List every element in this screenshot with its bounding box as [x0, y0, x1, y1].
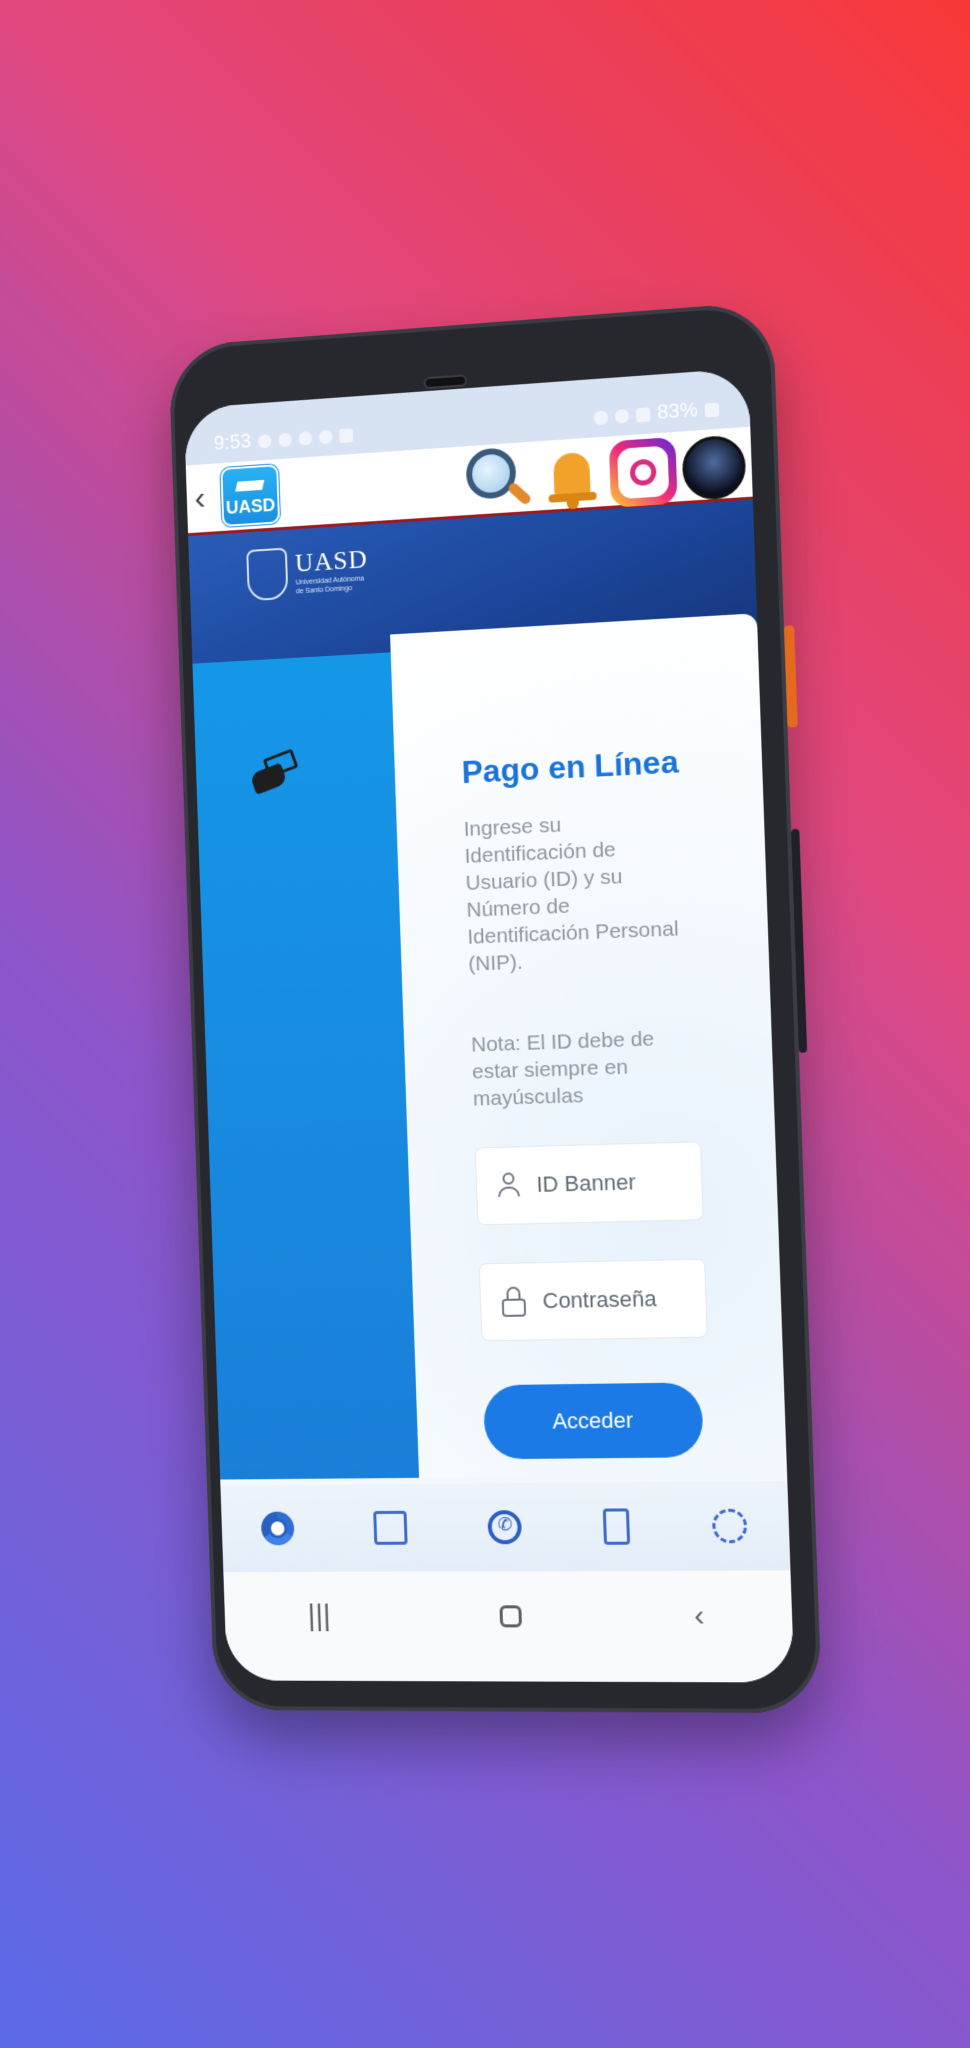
- login-note: Nota: El ID debe de estar siempre en may…: [471, 1024, 694, 1112]
- instagram-inner: [617, 446, 669, 500]
- uasd-seal-icon: [246, 548, 288, 602]
- uasd-brand: UASD: [295, 544, 369, 578]
- user-head: [502, 1172, 514, 1184]
- user-body: [498, 1186, 520, 1197]
- bell-clapper: [567, 501, 579, 510]
- avatar[interactable]: [681, 434, 746, 501]
- page-title: Pago en Línea: [461, 743, 679, 791]
- calculator-icon[interactable]: [603, 1508, 630, 1544]
- battery-icon: [705, 402, 720, 417]
- uasd-logo: UASD Universidad Autónoma de Santo Domin…: [246, 542, 369, 601]
- acceder-button[interactable]: Acceder: [483, 1382, 704, 1459]
- card-payment-icon: [251, 753, 299, 797]
- wifi-icon: [615, 408, 630, 423]
- user-icon: [496, 1172, 521, 1199]
- phone-screen: 9:53 83% ‹ UASD UASD Universidad Autónom…: [184, 368, 795, 1683]
- status-time: 9:53: [213, 430, 251, 455]
- login-content: Pago en Línea Ingrese su Identificación …: [193, 642, 787, 1480]
- uasd-wordmark: UASD Universidad Autónoma de Santo Domin…: [295, 544, 369, 596]
- alarm-icon: [594, 410, 609, 425]
- password-placeholder: Contraseña: [542, 1286, 657, 1314]
- recent-apps-icon[interactable]: |||: [307, 1600, 331, 1634]
- status-left: 9:53: [213, 423, 353, 455]
- search-icon[interactable]: [461, 444, 535, 521]
- bell-icon[interactable]: [539, 441, 605, 513]
- hand-shape: [249, 763, 287, 795]
- telegram-icon: [278, 432, 292, 447]
- instagram-ring: [630, 458, 657, 486]
- status-right: 83%: [593, 397, 719, 429]
- home-icon[interactable]: [499, 1605, 522, 1627]
- signal-icon: [636, 407, 651, 422]
- lock-icon: [500, 1286, 527, 1317]
- power-button: [784, 625, 798, 727]
- earpiece: [423, 374, 467, 389]
- instagram-icon[interactable]: [609, 437, 678, 508]
- bottom-nav: [220, 1481, 790, 1572]
- facebook-icon: [319, 429, 333, 444]
- system-nav-bar: ||| ‹: [223, 1570, 794, 1682]
- app-logo-text: UASD: [226, 494, 276, 518]
- store-icon[interactable]: [373, 1511, 407, 1545]
- app-logo[interactable]: UASD: [220, 464, 280, 527]
- notification-icon: [258, 433, 272, 448]
- login-panel: Pago en Línea Ingrese su Identificación …: [390, 613, 787, 1478]
- chrome-icon[interactable]: [261, 1512, 295, 1546]
- id-banner-input[interactable]: ID Banner: [475, 1141, 704, 1225]
- back-chevron-icon[interactable]: ‹: [194, 478, 222, 518]
- volume-button: [791, 829, 807, 1053]
- id-banner-placeholder: ID Banner: [536, 1169, 636, 1198]
- search-handle: [507, 481, 533, 506]
- facebook-icon: [298, 431, 312, 446]
- battery-level: 83%: [657, 399, 698, 425]
- blue-side-panel: [192, 652, 419, 1479]
- phone-frame: 9:53 83% ‹ UASD UASD Universidad Autónom…: [168, 301, 822, 1713]
- login-description: Ingrese su Identificación de Usuario (ID…: [463, 806, 689, 978]
- graduation-cap-icon: [235, 479, 264, 491]
- search-lens: [465, 447, 516, 500]
- back-icon[interactable]: ‹: [694, 1599, 705, 1633]
- documents-icon[interactable]: [712, 1509, 748, 1544]
- whatsapp-icon[interactable]: [487, 1510, 522, 1544]
- youtube-icon: [339, 428, 353, 443]
- password-input[interactable]: Contraseña: [479, 1259, 708, 1342]
- lock-body: [502, 1298, 526, 1316]
